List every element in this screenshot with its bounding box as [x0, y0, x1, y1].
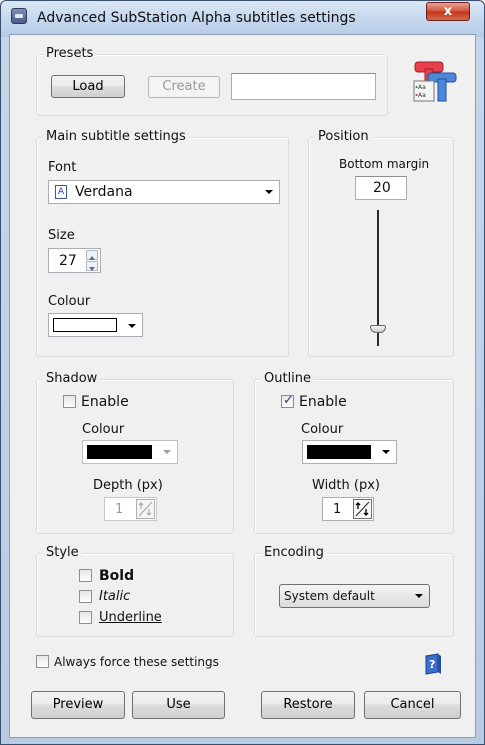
- position-group: Position Bottom margin 20: [308, 129, 454, 357]
- position-slider[interactable]: [367, 210, 391, 346]
- main-settings-group: Main subtitle settings Font A Verdana Si…: [36, 129, 289, 357]
- help-book-icon[interactable]: ?: [423, 652, 443, 676]
- presets-title: Presets: [43, 46, 97, 61]
- font-tt-icon: Aa Aa: [412, 59, 458, 105]
- depth-spin-icon[interactable]: [136, 499, 155, 519]
- bottom-margin-input[interactable]: 20: [355, 176, 407, 200]
- preset-name-input[interactable]: [231, 73, 376, 100]
- main-settings-title: Main subtitle settings: [43, 129, 189, 144]
- slider-thumb[interactable]: [370, 325, 386, 333]
- position-title: Position: [315, 129, 372, 144]
- use-button[interactable]: Use: [132, 691, 225, 719]
- bottom-margin-label: Bottom margin: [339, 157, 430, 171]
- title-bar[interactable]: Advanced SubStation Alpha subtitles sett…: [1, 1, 484, 37]
- svg-text:Aa: Aa: [418, 84, 426, 91]
- main-colour-swatch: [53, 318, 117, 332]
- outline-colour-swatch: [307, 445, 371, 459]
- width-label: Width (px): [312, 478, 380, 493]
- style-title: Style: [43, 545, 82, 560]
- encoding-value: System default: [284, 589, 375, 603]
- svg-text:Aa: Aa: [418, 92, 426, 99]
- depth-value: 1: [115, 502, 124, 517]
- font-file-icon: A: [55, 185, 67, 199]
- restore-button[interactable]: Restore: [261, 691, 355, 719]
- encoding-select[interactable]: System default: [279, 584, 430, 608]
- cancel-button[interactable]: Cancel: [364, 691, 461, 719]
- spin-up-icon[interactable]: [86, 250, 98, 260]
- dialog-window: Advanced SubStation Alpha subtitles sett…: [0, 0, 485, 745]
- italic-label: Italic: [99, 589, 131, 604]
- bold-checkbox[interactable]: [79, 569, 92, 582]
- window-title: Advanced SubStation Alpha subtitles sett…: [37, 10, 356, 26]
- spin-down-icon[interactable]: [86, 261, 98, 271]
- size-stepper[interactable]: 27: [48, 248, 101, 273]
- font-select-value: Verdana: [75, 184, 133, 200]
- underline-checkbox[interactable]: [79, 611, 92, 624]
- create-button[interactable]: Create: [148, 76, 220, 98]
- main-colour-select[interactable]: [48, 313, 143, 337]
- load-button[interactable]: Load: [51, 75, 125, 98]
- dialog-client: Presets Load Create Aa Aa Main subtitle …: [9, 34, 476, 738]
- style-group: Style Bold Italic Underline: [36, 545, 234, 637]
- chevron-down-icon: [128, 324, 136, 328]
- shadow-enable-label: Enable: [81, 394, 129, 410]
- chevron-down-icon: [265, 190, 273, 194]
- encoding-title: Encoding: [261, 545, 327, 560]
- size-value: 27: [59, 253, 77, 269]
- font-select[interactable]: A Verdana: [48, 180, 280, 204]
- bottom-margin-value: 20: [373, 180, 391, 196]
- font-label: Font: [48, 160, 77, 175]
- shadow-colour-swatch: [87, 445, 152, 459]
- outline-colour-select[interactable]: [302, 440, 397, 464]
- preview-button[interactable]: Preview: [31, 691, 125, 719]
- underline-label: Underline: [99, 610, 162, 625]
- colour-label: Colour: [48, 294, 91, 309]
- chevron-down-icon: [382, 450, 390, 454]
- width-stepper[interactable]: 1: [322, 497, 374, 521]
- outline-enable-label: Enable: [299, 394, 347, 410]
- size-label: Size: [48, 228, 75, 243]
- shadow-enable-checkbox[interactable]: [63, 395, 76, 408]
- presets-group: Presets Load Create: [36, 46, 388, 116]
- always-force-label: Always force these settings: [54, 655, 219, 669]
- outline-colour-label: Colour: [301, 422, 344, 437]
- outline-title: Outline: [261, 371, 315, 386]
- shadow-title: Shadow: [43, 371, 101, 386]
- close-button[interactable]: x: [426, 2, 470, 21]
- encoding-group: Encoding System default: [254, 545, 454, 637]
- width-spin-icon[interactable]: [353, 499, 372, 519]
- svg-text:?: ?: [429, 658, 435, 671]
- outline-enable-checkbox[interactable]: [281, 393, 294, 408]
- shadow-colour-select[interactable]: [82, 440, 178, 464]
- outline-group: Outline Enable Colour Width (px) 1: [254, 371, 454, 534]
- shadow-group: Shadow Enable Colour Depth (px) 1: [36, 371, 234, 534]
- depth-label: Depth (px): [93, 478, 163, 493]
- bold-label: Bold: [99, 568, 135, 584]
- shadow-colour-label: Colour: [82, 422, 125, 437]
- subtitle-settings-icon: [11, 8, 27, 24]
- always-force-checkbox[interactable]: [36, 655, 49, 668]
- chevron-down-icon: [415, 594, 423, 598]
- depth-stepper[interactable]: 1: [104, 497, 157, 521]
- chevron-down-icon: [163, 450, 171, 454]
- italic-checkbox[interactable]: [79, 590, 92, 603]
- width-value: 1: [333, 502, 342, 517]
